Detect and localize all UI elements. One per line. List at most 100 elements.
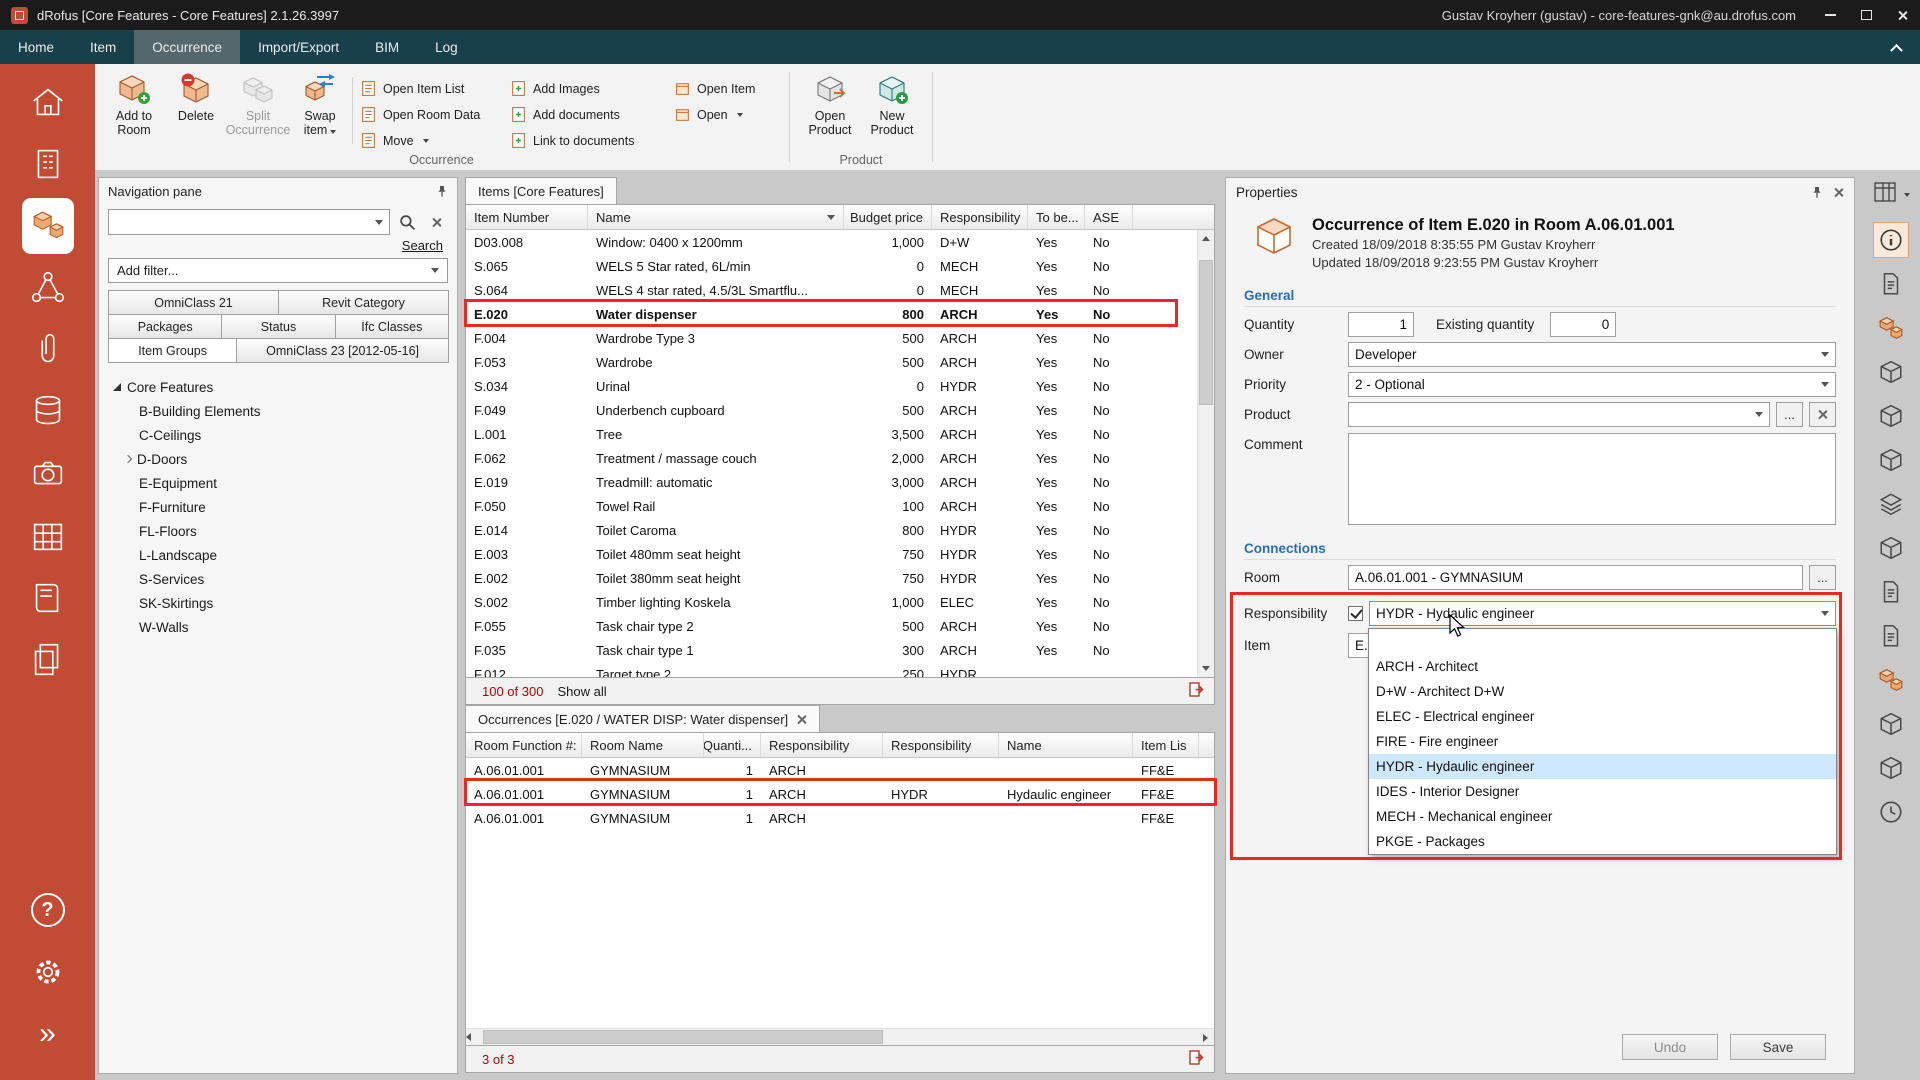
linked-rooms-icon[interactable] <box>1873 706 1909 742</box>
add-filter-dropdown[interactable]: Add filter... <box>108 258 448 283</box>
settings-icon[interactable] <box>22 946 74 998</box>
open-item-button[interactable]: Open Item <box>674 78 774 99</box>
open-item-list-button[interactable]: Open Item List <box>360 78 498 99</box>
minimize-button[interactable] <box>1812 0 1848 30</box>
history-icon[interactable] <box>1873 794 1909 830</box>
search-icon[interactable] <box>395 210 419 234</box>
dropdown-option[interactable]: IDES - Interior Designer <box>1369 779 1836 804</box>
tree-item[interactable]: FL-Floors <box>99 519 457 543</box>
linked-items-icon[interactable] <box>1873 662 1909 698</box>
room-browse-button[interactable]: ... <box>1809 565 1836 590</box>
reports-icon[interactable] <box>22 572 74 624</box>
tree-item[interactable]: D-Doors <box>99 447 457 471</box>
column-header[interactable]: Name <box>999 733 1133 757</box>
add-to-room-button[interactable]: Add toRoom <box>103 69 165 137</box>
chevron-down-icon[interactable] <box>1904 193 1910 197</box>
item-row[interactable]: E.020 Water dispenser 800 ARCH Yes No <box>466 302 1214 326</box>
menu-tab-occurrence[interactable]: Occurrence <box>134 30 240 64</box>
filter-tab[interactable]: Revit Category <box>278 290 449 315</box>
scroll-right-icon[interactable] <box>1197 1029 1214 1046</box>
export-icon[interactable] <box>1189 682 1204 700</box>
item-row[interactable]: F.053 Wardrobe 500 ARCH Yes No <box>466 350 1214 374</box>
close-window-button[interactable] <box>1884 0 1920 30</box>
product-data-icon[interactable] <box>1873 354 1909 390</box>
filter-tab[interactable]: Item Groups <box>108 338 237 363</box>
images-icon[interactable] <box>22 448 74 500</box>
item-row[interactable]: F.050 Towel Rail 100 ARCH Yes No <box>466 494 1214 518</box>
tree-item[interactable]: E-Equipment <box>99 471 457 495</box>
scrollbar-thumb[interactable] <box>1199 260 1213 405</box>
product-clear-button[interactable] <box>1809 402 1836 427</box>
tree-item[interactable]: SK-Skirtings <box>99 591 457 615</box>
item-row[interactable]: E.002 Toilet 380mm seat height 750 HYDR … <box>466 566 1214 590</box>
swap-item-button[interactable]: Swapitem <box>289 69 351 137</box>
dropdown-option[interactable]: D+W - Architect D+W <box>1369 679 1836 704</box>
item-row[interactable]: S.065 WELS 5 Star rated, 6L/min 0 MECH Y… <box>466 254 1214 278</box>
existing-quantity-input[interactable]: 0 <box>1550 312 1616 337</box>
help-icon[interactable]: ? <box>22 884 74 936</box>
item-row[interactable]: S.034 Urinal 0 HYDR Yes No <box>466 374 1214 398</box>
open-button[interactable]: Open <box>674 104 774 125</box>
item-row[interactable]: S.002 Timber lighting Koskela 1,000 ELEC… <box>466 590 1214 614</box>
column-header[interactable]: Responsibility <box>883 733 999 757</box>
expand-icon[interactable]: » <box>22 1008 74 1060</box>
tree-item[interactable]: C-Ceilings <box>99 423 457 447</box>
components-icon[interactable] <box>1873 530 1909 566</box>
item-row[interactable]: L.001 Tree 3,500 ARCH Yes No <box>466 422 1214 446</box>
expander-collapsed-icon[interactable] <box>124 455 132 463</box>
split-occurrence-button[interactable]: SplitOccurrence <box>227 69 289 137</box>
scroll-down-icon[interactable] <box>1198 660 1214 677</box>
export-icon[interactable] <box>1189 1050 1204 1068</box>
menu-tab-bim[interactable]: BIM <box>357 30 417 64</box>
tree-item[interactable]: W-Walls <box>99 615 457 639</box>
filter-tab[interactable]: OmniClass 23 [2012-05-16] <box>236 338 449 363</box>
item-row[interactable]: E.019 Treadmill: automatic 3,000 ARCH Ye… <box>466 470 1214 494</box>
item-row[interactable]: E.014 Toilet Caroma 800 HYDR Yes No <box>466 518 1214 542</box>
pin-icon[interactable] <box>436 185 448 198</box>
items-tab[interactable]: Items [Core Features] <box>465 177 617 204</box>
menu-tab-home[interactable]: Home <box>0 30 72 64</box>
undo-button[interactable]: Undo <box>1622 1034 1718 1060</box>
item-row[interactable]: F.035 Task chair type 1 300 ARCH Yes No <box>466 638 1214 662</box>
occurrence-row[interactable]: A.06.01.001 GYMNASIUM 1 ARCH HYDR Hydaul… <box>466 782 1214 806</box>
column-header[interactable]: To be... <box>1028 205 1085 229</box>
tree-item[interactable]: S-Services <box>99 567 457 591</box>
horizontal-scrollbar[interactable] <box>466 1028 1214 1045</box>
column-header[interactable]: Responsibility <box>932 205 1028 229</box>
item-row[interactable]: F.062 Treatment / massage couch 2,000 AR… <box>466 446 1214 470</box>
product-icon[interactable] <box>1873 398 1909 434</box>
maximize-button[interactable] <box>1848 0 1884 30</box>
menu-tab-item[interactable]: Item <box>72 30 134 64</box>
documents-icon[interactable] <box>22 634 74 686</box>
column-header[interactable]: ASE <box>1085 205 1133 229</box>
links-icon[interactable] <box>22 262 74 314</box>
column-header[interactable]: Item Lis <box>1133 733 1199 757</box>
occurrence-row[interactable]: A.06.01.001 GYMNASIUM 1 ARCH FF&E <box>466 758 1214 782</box>
search-input[interactable] <box>108 209 390 235</box>
tree-item[interactable]: L-Landscape <box>99 543 457 567</box>
dropdown-option[interactable]: MECH - Mechanical engineer <box>1369 804 1836 829</box>
item-row[interactable]: F.012 Target type 2 250 HYDR <box>466 662 1214 678</box>
comment-textarea[interactable] <box>1348 433 1836 525</box>
item-row[interactable]: F.004 Wardrobe Type 3 500 ARCH Yes No <box>466 326 1214 350</box>
column-header[interactable]: Room Name <box>582 733 704 757</box>
product-browse-button[interactable]: ... <box>1776 402 1803 427</box>
rooms-icon[interactable] <box>22 76 74 128</box>
column-header[interactable]: Responsibility <box>761 733 883 757</box>
open-product-button[interactable]: OpenProduct <box>799 69 861 137</box>
layout-grid-icon[interactable] <box>1873 181 1897 208</box>
room-equipment-icon[interactable] <box>22 138 74 190</box>
package-icon[interactable] <box>1873 442 1909 478</box>
info-icon[interactable] <box>1873 222 1909 258</box>
collapse-ribbon-button[interactable] <box>1872 30 1920 64</box>
column-header[interactable]: Item Number <box>466 205 588 229</box>
buildings-icon[interactable] <box>22 510 74 562</box>
item-row[interactable]: F.049 Underbench cupboard 500 ARCH Yes N… <box>466 398 1214 422</box>
responsibility-checkbox[interactable] <box>1348 606 1363 621</box>
dropdown-option[interactable]: PKGE - Packages <box>1369 829 1836 854</box>
new-product-button[interactable]: NewProduct <box>861 69 923 137</box>
scroll-up-icon[interactable] <box>1198 230 1214 247</box>
documents-icon[interactable] <box>1873 574 1909 610</box>
owner-select[interactable]: Developer <box>1348 342 1836 367</box>
filter-tab[interactable]: Status <box>221 314 335 339</box>
